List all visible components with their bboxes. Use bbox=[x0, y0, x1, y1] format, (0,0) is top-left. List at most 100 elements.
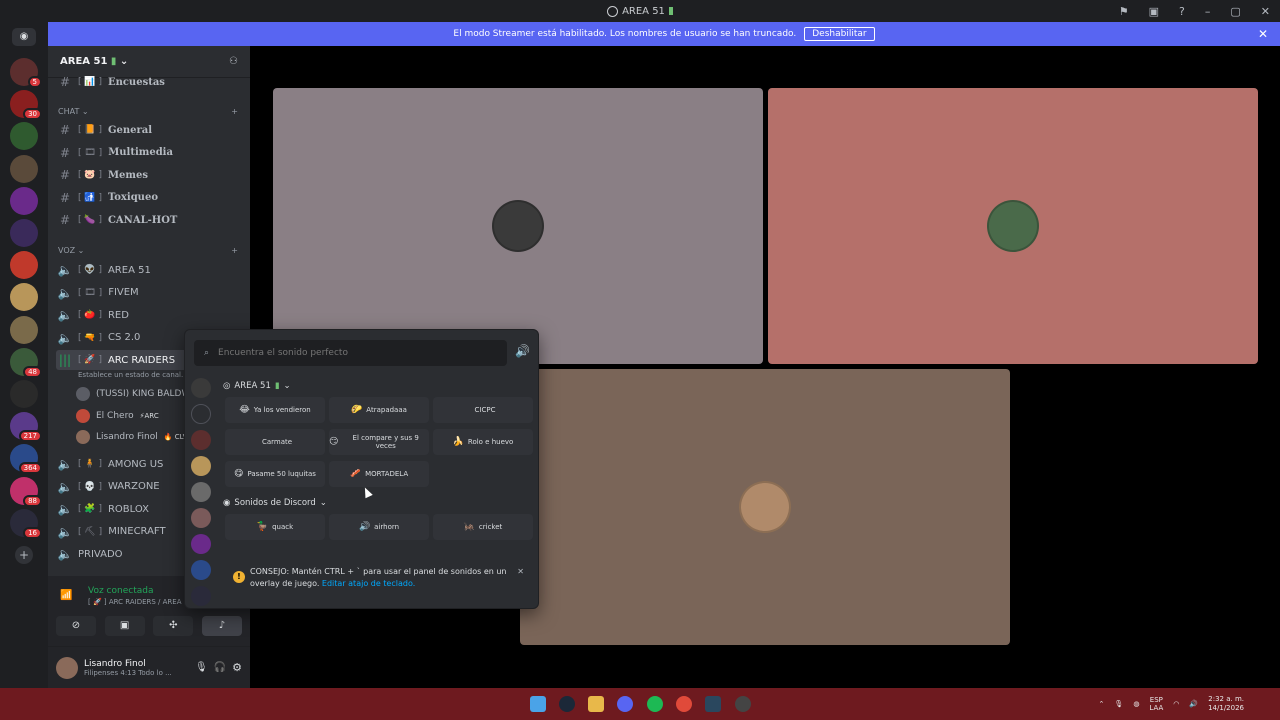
voice-member[interactable]: Lisandro Finol 🔥 CLV bbox=[76, 427, 188, 447]
camera-button[interactable]: ⊘ bbox=[56, 616, 96, 636]
discord-taskbar-icon[interactable] bbox=[617, 696, 633, 712]
server-icon[interactable] bbox=[191, 482, 211, 502]
server-icon[interactable] bbox=[191, 430, 211, 450]
volume-icon[interactable]: 🔊 bbox=[515, 344, 530, 358]
sound-button[interactable]: 😏 El compare y sus 9 veces bbox=[329, 429, 429, 455]
participant-tile-2[interactable] bbox=[768, 88, 1258, 364]
server-icon[interactable] bbox=[10, 122, 38, 151]
server-icon[interactable]: 48 bbox=[10, 347, 42, 378]
sound-button[interactable]: 😋 Pasame 50 luquitas bbox=[225, 461, 325, 487]
server-icon[interactable] bbox=[10, 154, 38, 183]
file-explorer-icon[interactable] bbox=[588, 696, 604, 712]
add-server-icon[interactable]: + bbox=[15, 546, 33, 564]
soundboard-button[interactable]: ♪ bbox=[201, 616, 242, 636]
username[interactable]: Lisandro Finol bbox=[84, 659, 189, 669]
sound-button[interactable]: 🍌 Rolo e huevo bbox=[433, 429, 533, 455]
sound-button[interactable]: 🦆 quack bbox=[225, 514, 325, 540]
gear-icon[interactable]: ⚙ bbox=[232, 661, 242, 674]
voice-member[interactable]: (TUSSI) KING BALDW bbox=[76, 384, 196, 404]
inbox-icon[interactable]: ⚑ bbox=[1119, 5, 1129, 18]
network-icon[interactable]: ◍ bbox=[1133, 700, 1139, 708]
chevron-up-icon[interactable]: ⌃ bbox=[1099, 700, 1105, 708]
microphone-icon[interactable]: 🎙 bbox=[195, 662, 208, 673]
activities-button[interactable]: ✣ bbox=[153, 616, 194, 636]
microphone-icon[interactable]: 🎙 bbox=[1114, 700, 1123, 708]
minimize-button[interactable]: – bbox=[1205, 5, 1211, 18]
sound-button[interactable]: CICPC bbox=[433, 397, 533, 423]
channel-encuestas[interactable]: # [ 📊 ] Encuestas bbox=[56, 72, 242, 92]
channel-item[interactable]: 🔈[ 🍅 ] RED bbox=[56, 305, 242, 325]
server-icon[interactable] bbox=[10, 315, 38, 344]
close-banner-icon[interactable]: ✕ bbox=[1258, 27, 1268, 41]
channel-status-hint[interactable]: Establece un estado de canal... bbox=[78, 371, 188, 379]
chrome-icon[interactable] bbox=[676, 696, 692, 712]
category-chat[interactable]: CHAT ⌄ + bbox=[58, 107, 238, 116]
sound-button[interactable]: 🦗 cricket bbox=[433, 514, 533, 540]
channel-item[interactable]: 🔈[ 🎞 ] FIVEM bbox=[56, 283, 242, 303]
close-window-button[interactable]: ✕ bbox=[1261, 5, 1270, 18]
channel-item[interactable]: #[ 🚮 ] Toxiqueo bbox=[56, 188, 242, 208]
app-icon[interactable] bbox=[735, 696, 751, 712]
server-icon[interactable] bbox=[191, 560, 211, 580]
language-indicator[interactable]: ESP LAA bbox=[1149, 696, 1163, 713]
server-icon[interactable]: 16 bbox=[10, 508, 42, 539]
add-channel-icon[interactable]: + bbox=[231, 246, 238, 255]
add-channel-icon[interactable]: + bbox=[231, 107, 238, 116]
volume-icon[interactable]: 🔊 bbox=[1189, 700, 1198, 708]
sound-search-input[interactable] bbox=[218, 348, 489, 358]
clock[interactable]: 2:32 a. m. 14/1/2026 bbox=[1208, 695, 1244, 713]
voice-member[interactable]: El Chero ⚡ARC bbox=[76, 406, 159, 426]
channel-item[interactable]: #[ 🐷 ] Memes bbox=[56, 165, 242, 185]
avatar[interactable] bbox=[56, 656, 78, 679]
edit-shortcut-link[interactable]: Editar atajo de teclado. bbox=[322, 579, 415, 588]
sound-button[interactable]: 😂 Ya los vendieron bbox=[225, 397, 325, 423]
category-voz[interactable]: VOZ ⌄ + bbox=[58, 246, 238, 255]
section-discord-sounds[interactable]: ◉ Sonidos de Discord ⌄ bbox=[223, 498, 327, 508]
close-tip-icon[interactable]: ✕ bbox=[517, 566, 524, 578]
server-icon[interactable] bbox=[191, 586, 211, 606]
server-icon[interactable] bbox=[191, 456, 211, 476]
server-icon[interactable]: 88 bbox=[10, 476, 42, 507]
server-icon[interactable] bbox=[10, 219, 38, 247]
spotify-icon[interactable] bbox=[647, 696, 663, 712]
server-icon[interactable] bbox=[10, 283, 38, 312]
monitor-icon[interactable]: ▣ bbox=[1149, 5, 1159, 18]
server-icon[interactable] bbox=[191, 378, 211, 398]
server-icon[interactable]: 5 bbox=[10, 58, 42, 88]
member-name: El Chero bbox=[96, 410, 134, 421]
sound-emoji: 🦆 bbox=[256, 521, 269, 532]
sound-button[interactable]: 🌮 Atrapadaaa bbox=[329, 397, 429, 423]
server-icon[interactable] bbox=[191, 534, 211, 554]
help-icon[interactable]: ? bbox=[1179, 5, 1185, 18]
maximize-button[interactable]: ▢ bbox=[1230, 5, 1240, 18]
sound-button[interactable]: Carmate bbox=[225, 429, 325, 455]
disable-streamer-button[interactable]: Deshabilitar bbox=[804, 27, 875, 41]
channel-item[interactable]: #[ 📙 ] General bbox=[56, 120, 242, 140]
channel-item[interactable]: 🔈[ 👽 ] AREA 51 bbox=[56, 260, 242, 280]
discord-home-icon[interactable]: ◉ bbox=[12, 28, 36, 46]
server-icon[interactable] bbox=[191, 508, 211, 528]
sound-button[interactable]: 🥓 MORTADELA bbox=[329, 461, 429, 487]
server-icon[interactable]: 217 bbox=[10, 412, 42, 443]
headphones-icon[interactable]: 🎧 bbox=[214, 662, 226, 673]
steam-icon[interactable] bbox=[559, 696, 575, 712]
server-icon[interactable] bbox=[10, 251, 38, 280]
wifi-icon[interactable]: ◠ bbox=[1173, 700, 1179, 708]
add-member-icon[interactable]: ⚇ bbox=[229, 56, 238, 67]
participant-tile-1[interactable] bbox=[273, 88, 763, 364]
section-server-sounds[interactable]: ◎ AREA 51 ▮ ⌄ bbox=[223, 381, 291, 391]
server-icon[interactable]: 364 bbox=[10, 444, 42, 475]
channel-name: AREA 51 bbox=[107, 264, 151, 276]
voice-status[interactable]: Voz conectada bbox=[88, 586, 153, 596]
participant-tile-3[interactable] bbox=[520, 369, 1010, 645]
server-icon[interactable] bbox=[10, 186, 38, 215]
channel-item[interactable]: #[ 🎞 ] Multimedia bbox=[56, 143, 242, 163]
discord-icon[interactable] bbox=[191, 404, 211, 424]
channel-item[interactable]: #[ 🍆 ] CANAL-HOT bbox=[56, 210, 242, 230]
server-icon[interactable]: 30 bbox=[10, 90, 42, 121]
sound-button[interactable]: 🔊 airhorn bbox=[329, 514, 429, 540]
windows-start-icon[interactable] bbox=[530, 696, 546, 712]
steam-running-icon[interactable] bbox=[705, 696, 721, 712]
server-icon[interactable] bbox=[10, 380, 38, 408]
screen-share-button[interactable]: ▣ bbox=[104, 616, 145, 636]
